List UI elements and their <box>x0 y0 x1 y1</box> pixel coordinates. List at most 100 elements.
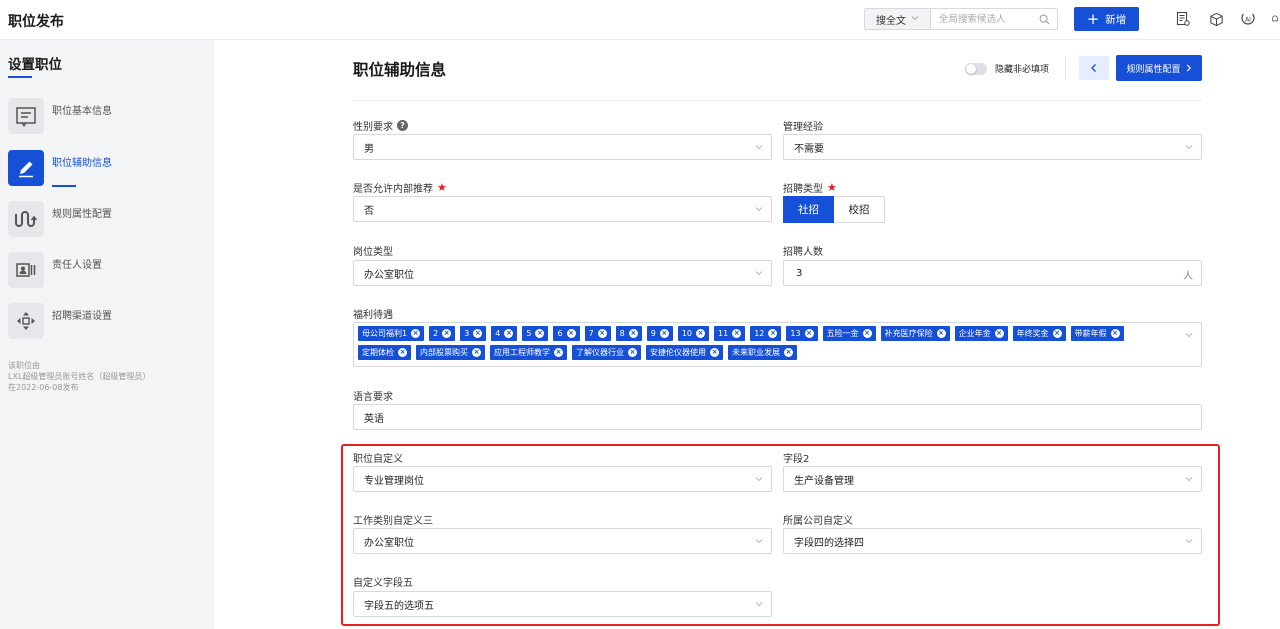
welfare-tag-label: 带薪年假 <box>1074 329 1107 338</box>
custom2-select[interactable]: 生产设备管理 <box>783 466 1202 492</box>
remove-tag-icon[interactable]: × <box>504 329 514 338</box>
form-icon <box>8 98 44 134</box>
hide-optional-toggle[interactable] <box>965 62 987 75</box>
gender-label-text: 性别要求 <box>353 122 393 133</box>
rules-icon <box>8 201 44 237</box>
header-separator <box>1065 56 1066 80</box>
post-type-select[interactable]: 办公室职位 <box>353 260 772 286</box>
remove-tag-icon[interactable]: × <box>535 329 545 338</box>
previous-button[interactable] <box>1079 56 1109 80</box>
chevron-down-icon <box>755 271 763 276</box>
welfare-tag: 内部股票购买 × <box>416 345 485 360</box>
remove-tag-icon[interactable]: × <box>1052 329 1062 338</box>
remove-tag-icon[interactable]: × <box>710 348 719 357</box>
rules-config-button[interactable]: 规则属性配置 <box>1116 55 1202 81</box>
welfare-multiselect[interactable]: 母公司福利1 × 2 × 3 × 4 × 5 × 6 × 7 × 8 × 9 × 10 × 11 × 12 × 13 × 五险一金 ×… <box>353 322 1202 367</box>
management-select[interactable]: 不需要 <box>783 134 1202 160</box>
remove-tag-icon[interactable]: × <box>628 348 637 357</box>
remove-tag-icon[interactable]: × <box>1110 329 1120 338</box>
sidebar-item-owner[interactable]: 责任人设置 <box>8 252 208 292</box>
welfare-tag-label: 五险一金 <box>826 329 859 338</box>
custom1-value: 专业管理岗位 <box>364 475 424 487</box>
custom4-select[interactable]: 字段四的选择四 <box>783 528 1202 554</box>
sidebar-item-basic-info[interactable]: 职位基本信息 <box>8 98 208 138</box>
remove-tag-icon[interactable]: × <box>398 348 407 357</box>
publish-info-line: LXL超级管理员账号姓名（超级管理员） <box>8 372 151 381</box>
welfare-tag: 5 × <box>522 326 549 341</box>
remove-tag-icon[interactable]: × <box>628 329 638 338</box>
welfare-tag-label: 母公司福利1 <box>362 329 408 338</box>
remove-tag-icon[interactable]: × <box>442 329 452 338</box>
welfare-tag-label: 11 <box>718 329 729 338</box>
search-input[interactable] <box>931 9 1037 29</box>
help-icon[interactable]: ? <box>397 120 408 131</box>
custom2-label: 字段2 <box>783 454 810 465</box>
remove-tag-icon[interactable]: × <box>862 329 872 338</box>
internal-label: 是否允许内部推荐 ★ <box>353 180 447 195</box>
search-icon[interactable] <box>1037 14 1051 25</box>
remove-tag-icon[interactable]: × <box>554 348 563 357</box>
remove-tag-icon[interactable]: × <box>473 329 483 338</box>
custom5-value: 字段五的选项五 <box>364 600 434 612</box>
custom3-select[interactable]: 办公室职位 <box>353 528 772 554</box>
search-scope-label: 搜全文 <box>876 15 906 27</box>
custom1-select[interactable]: 专业管理岗位 <box>353 466 772 492</box>
headcount-label: 招聘人数 <box>783 247 823 258</box>
remove-tag-icon[interactable]: × <box>472 348 481 357</box>
cube-icon[interactable] <box>1207 10 1225 28</box>
page-title: 职位辅助信息 <box>353 61 447 79</box>
welfare-tag: 11 × <box>714 326 746 341</box>
chevron-down-icon <box>755 477 763 482</box>
remove-tag-icon[interactable]: × <box>994 329 1004 338</box>
welfare-tag-label: 补充医疗保险 <box>884 329 933 338</box>
remove-tag-icon[interactable]: × <box>597 329 607 338</box>
welfare-tag-label: 年终奖金 <box>1016 329 1049 338</box>
chevron-right-icon <box>1186 64 1191 72</box>
sidebar-item-channels[interactable]: 招聘渠道设置 <box>8 303 208 343</box>
welfare-tag-label: 内部股票购买 <box>420 348 468 357</box>
language-input[interactable]: 英语 <box>353 404 1202 430</box>
remove-tag-icon[interactable]: × <box>696 329 706 338</box>
welfare-tag: 9 × <box>646 326 673 341</box>
sidebar-item-label: 责任人设置 <box>52 260 102 271</box>
sidebar-item-rules[interactable]: 规则属性配置 <box>8 201 208 241</box>
gender-select[interactable]: 男 <box>353 134 772 160</box>
add-button[interactable]: + 新增 <box>1074 7 1139 31</box>
welfare-tag-label: 2 <box>433 329 439 338</box>
remove-tag-icon[interactable]: × <box>936 329 946 338</box>
welfare-tag: 8 × <box>615 326 642 341</box>
remove-tag-icon[interactable]: × <box>804 329 814 338</box>
chevron-down-icon <box>1185 539 1193 544</box>
bell-icon[interactable] <box>1270 10 1280 28</box>
person-card-icon <box>8 252 44 288</box>
headcount-value: 3 <box>796 267 803 279</box>
remove-tag-icon[interactable]: × <box>659 329 669 338</box>
recruit-type-social[interactable]: 社招 <box>783 196 834 223</box>
remove-tag-icon[interactable]: × <box>732 329 742 338</box>
recruit-type-campus[interactable]: 校招 <box>834 196 885 223</box>
custom2-value: 生产设备管理 <box>794 475 854 487</box>
edit-icon <box>8 150 44 186</box>
gender-label: 性别要求 ? <box>353 118 408 133</box>
header-divider <box>353 100 1202 101</box>
search-scope-select[interactable]: 搜全文 <box>865 9 931 29</box>
sidebar-item-aux-info[interactable]: 职位辅助信息 <box>8 150 208 190</box>
document-icon[interactable] <box>1174 10 1192 28</box>
remove-tag-icon[interactable]: × <box>411 329 421 338</box>
custom5-select[interactable]: 字段五的选项五 <box>353 591 772 617</box>
internal-label-text: 是否允许内部推荐 <box>353 184 433 195</box>
app-title: 职位发布 <box>8 14 64 30</box>
internal-select[interactable]: 否 <box>353 196 772 222</box>
publish-info: 该职位由 LXL超级管理员账号姓名（超级管理员） 在2022-06-08发布 <box>8 360 150 393</box>
remove-tag-icon[interactable]: × <box>784 348 793 357</box>
management-label: 管理经验 <box>783 122 823 133</box>
welfare-tag-label: 未来职业发展 <box>732 348 780 357</box>
global-search: 搜全文 <box>864 8 1058 30</box>
headcount-input[interactable]: 3 人 <box>783 260 1202 286</box>
remove-tag-icon[interactable]: × <box>566 329 576 338</box>
ai-icon[interactable]: AI <box>1239 10 1257 28</box>
remove-tag-icon[interactable]: × <box>768 329 778 338</box>
welfare-tag: 2 × <box>429 326 456 341</box>
active-indicator <box>52 185 76 187</box>
chevron-left-icon <box>1091 64 1096 72</box>
